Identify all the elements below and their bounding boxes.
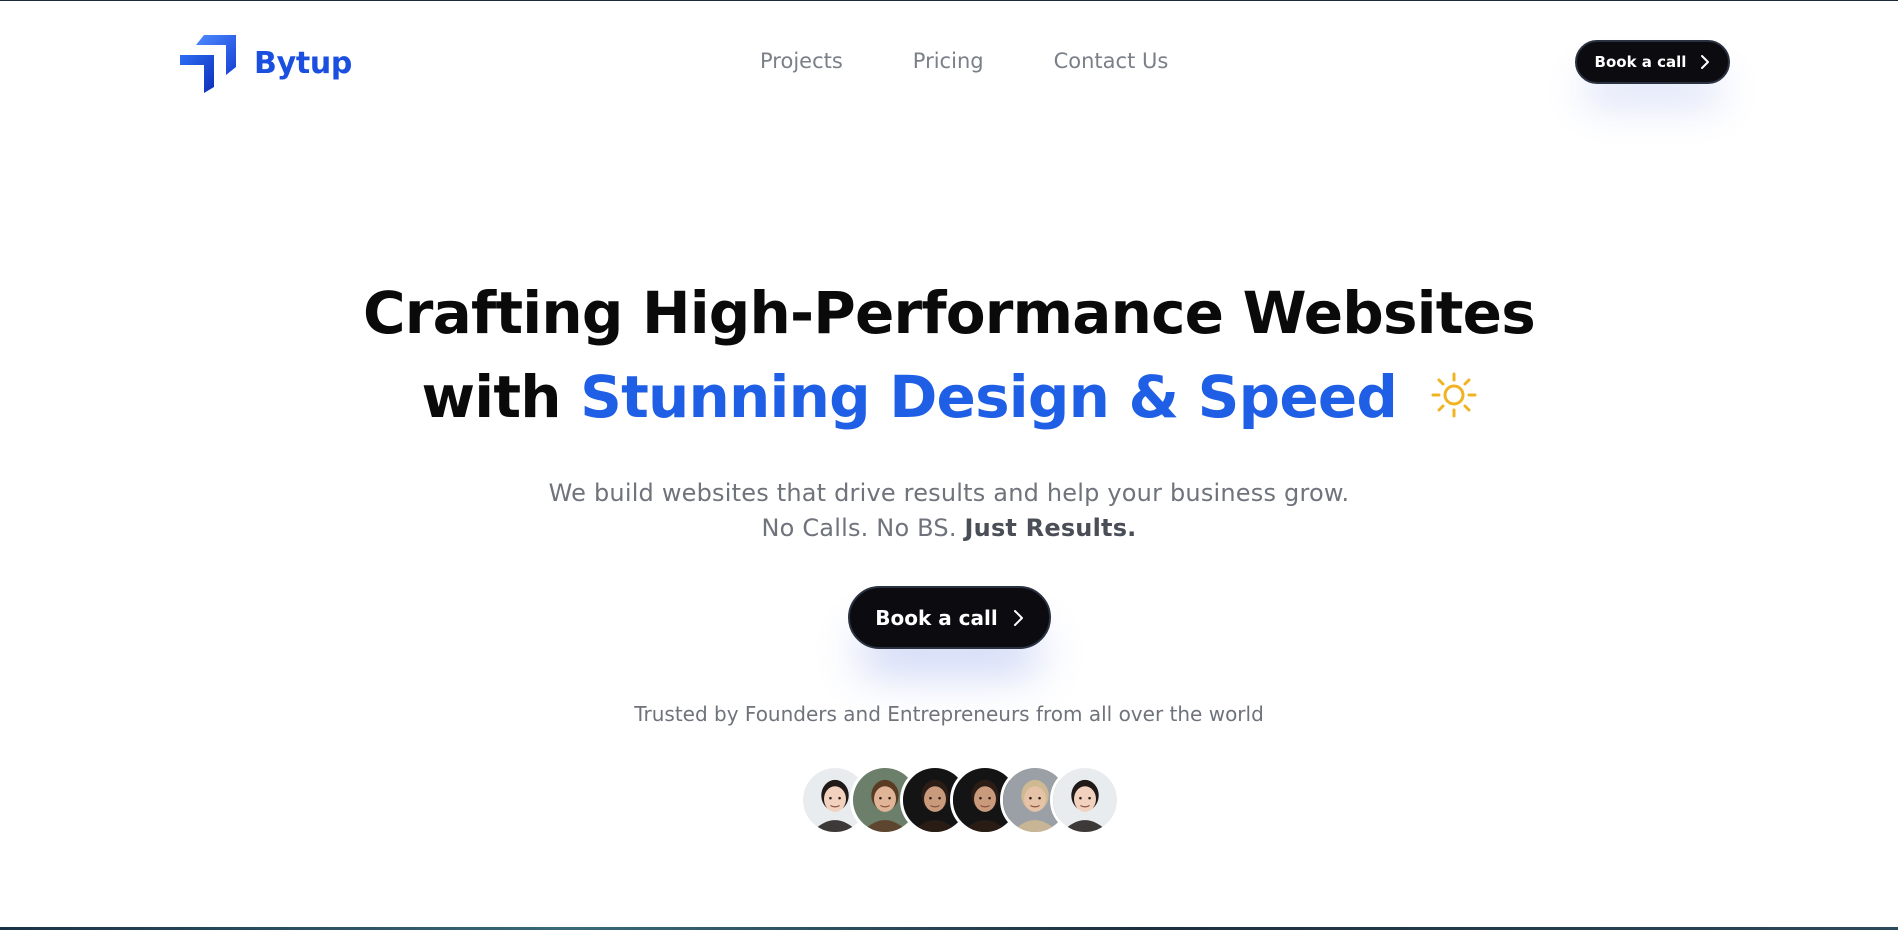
hero-subtitle-line-1: We build websites that drive results and… bbox=[548, 479, 1350, 507]
hero-subtitle-bold: Just Results. bbox=[964, 514, 1137, 542]
header-book-call-label: Book a call bbox=[1594, 53, 1687, 71]
hero-title-prefix: with bbox=[421, 363, 561, 431]
header-book-call-button[interactable]: Book a call bbox=[1575, 40, 1730, 84]
nav-link-projects[interactable]: Projects bbox=[760, 49, 843, 73]
chevron-right-icon bbox=[1701, 55, 1710, 69]
hero-book-call-button[interactable]: Book a call bbox=[848, 586, 1051, 649]
hero-title-line-2: with Stunning Design & Speed bbox=[0, 355, 1898, 439]
logo-icon bbox=[180, 35, 236, 93]
site-header: Bytup Projects Pricing Contact Us Book a… bbox=[0, 1, 1898, 121]
hero-title-line-1: Crafting High-Performance Websites bbox=[363, 279, 1536, 347]
trusted-by-text: Trusted by Founders and Entrepreneurs fr… bbox=[634, 702, 1264, 726]
chevron-right-icon bbox=[1013, 609, 1023, 626]
brand-name: Bytup bbox=[254, 45, 353, 81]
hero-subtitle-line-2: No Calls. No BS. Just Results. bbox=[0, 514, 1898, 542]
avatar-6 bbox=[1050, 765, 1120, 835]
nav-link-contact-us[interactable]: Contact Us bbox=[1054, 49, 1169, 73]
hero-title-accent: Stunning Design & Speed bbox=[580, 363, 1398, 431]
customer-avatars bbox=[800, 765, 1120, 835]
nav-links: Projects Pricing Contact Us bbox=[760, 49, 1168, 73]
nav-link-pricing[interactable]: Pricing bbox=[913, 49, 984, 73]
hero-book-call-label: Book a call bbox=[875, 605, 998, 630]
avatar-portrait bbox=[1053, 768, 1117, 832]
sun-icon bbox=[1431, 372, 1477, 418]
hero-subtitle-plain: No Calls. No BS. bbox=[761, 514, 957, 542]
brand-logo[interactable]: Bytup bbox=[178, 33, 352, 93]
